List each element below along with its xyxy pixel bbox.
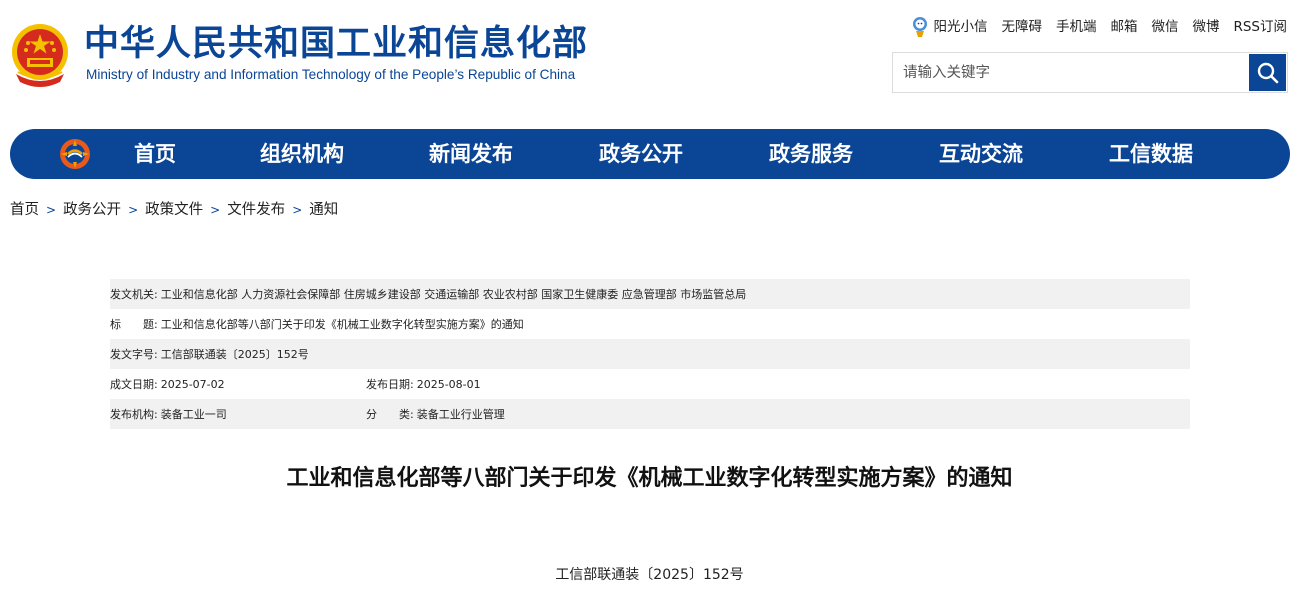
breadcrumb-government-affairs[interactable]: 政务公开 (63, 199, 121, 221)
nav-interaction[interactable]: 互动交流 (939, 129, 1023, 179)
meta-category-label: 分 类: (366, 408, 414, 421)
meta-created-value: 2025-07-02 (160, 377, 225, 391)
search-icon (1257, 62, 1278, 83)
meta-title-label: 标 题: (110, 318, 158, 331)
meta-published-label: 发布日期: (366, 378, 414, 391)
meta-row-docno: 发文字号: 工信部联通装〔2025〕152号 (110, 339, 1190, 369)
site-subtitle: Ministry of Industry and Information Tec… (86, 67, 576, 82)
nav-government-services[interactable]: 政务服务 (769, 129, 853, 179)
top-link-sunshine[interactable]: 阳光小信 (911, 16, 987, 38)
meta-published-cell: 发布日期: 2025-08-01 (366, 369, 481, 399)
breadcrumb: 首页 > 政务公开 > 政策文件 > 文件发布 > 通知 (10, 199, 338, 221)
national-emblem-icon[interactable] (10, 22, 70, 88)
meta-published-value: 2025-08-01 (416, 377, 481, 391)
breadcrumb-file-release[interactable]: 文件发布 (227, 199, 285, 221)
meta-row-issuer: 发文机关: 工业和信息化部 人力资源社会保障部 住房城乡建设部 交通运输部 农业… (110, 279, 1190, 309)
meta-row-dates: 成文日期: 2025-07-02 发布日期: 2025-08-01 (110, 369, 1190, 399)
chevron-right-icon: > (210, 203, 221, 217)
chevron-right-icon: > (46, 203, 57, 217)
top-link-weibo[interactable]: 微博 (1192, 16, 1219, 38)
nav-organization[interactable]: 组织机构 (260, 129, 344, 179)
top-link-wechat[interactable]: 微信 (1151, 16, 1178, 38)
meta-issuer-label: 发文机关: (110, 288, 158, 301)
search-input[interactable] (893, 53, 1248, 92)
top-link-mobile[interactable]: 手机端 (1056, 16, 1097, 38)
miit-logo-icon[interactable] (58, 137, 92, 171)
nav-home[interactable]: 首页 (134, 129, 176, 179)
nav-government-affairs[interactable]: 政务公开 (599, 129, 683, 179)
breadcrumb-home[interactable]: 首页 (10, 199, 39, 221)
meta-category-value: 装备工业行业管理 (416, 408, 505, 421)
sunshine-mascot-icon (913, 17, 928, 37)
meta-issuer-value: 工业和信息化部 人力资源社会保障部 住房城乡建设部 交通运输部 农业农村部 国家… (160, 288, 747, 301)
breadcrumb-policy-documents[interactable]: 政策文件 (145, 199, 203, 221)
top-link-accessibility[interactable]: 无障碍 (1001, 16, 1042, 38)
top-link-mailbox[interactable]: 邮箱 (1110, 16, 1137, 38)
document-number: 工信部联通装〔2025〕152号 (555, 567, 744, 583)
meta-category-cell: 分 类: 装备工业行业管理 (366, 399, 505, 429)
chevron-right-icon: > (128, 203, 139, 217)
nav-news[interactable]: 新闻发布 (429, 129, 513, 179)
meta-row-title: 标 题: 工业和信息化部等八部门关于印发《机械工业数字化转型实施方案》的通知 (110, 309, 1190, 339)
site-title[interactable]: 中华人民共和国工业和信息化部 (84, 22, 588, 66)
chevron-right-icon: > (292, 203, 303, 217)
meta-created-label: 成文日期: (110, 378, 158, 391)
top-link-label: 阳光小信 (933, 19, 988, 35)
meta-org-value: 装备工业一司 (160, 408, 227, 421)
document-title: 工业和信息化部等八部门关于印发《机械工业数字化转型实施方案》的通知 (286, 466, 1013, 491)
meta-row-org: 发布机构: 装备工业一司 分 类: 装备工业行业管理 (110, 399, 1190, 429)
main-nav: 首页 组织机构 新闻发布 政务公开 政务服务 互动交流 工信数据 (10, 129, 1290, 179)
nav-data[interactable]: 工信数据 (1109, 129, 1193, 179)
meta-docno-label: 发文字号: (110, 348, 158, 361)
meta-docno-value: 工信部联通装〔2025〕152号 (160, 348, 309, 361)
meta-title-value: 工业和信息化部等八部门关于印发《机械工业数字化转型实施方案》的通知 (160, 318, 524, 331)
top-links: 阳光小信 无障碍 手机端 邮箱 微信 微博 RSS订阅 (911, 16, 1287, 38)
search-button[interactable] (1249, 54, 1286, 91)
search-box (892, 52, 1288, 93)
top-link-rss[interactable]: RSS订阅 (1233, 16, 1287, 38)
breadcrumb-notice[interactable]: 通知 (309, 199, 338, 221)
meta-org-label: 发布机构: (110, 408, 158, 421)
document-metadata: 发文机关: 工业和信息化部 人力资源社会保障部 住房城乡建设部 交通运输部 农业… (110, 279, 1190, 429)
